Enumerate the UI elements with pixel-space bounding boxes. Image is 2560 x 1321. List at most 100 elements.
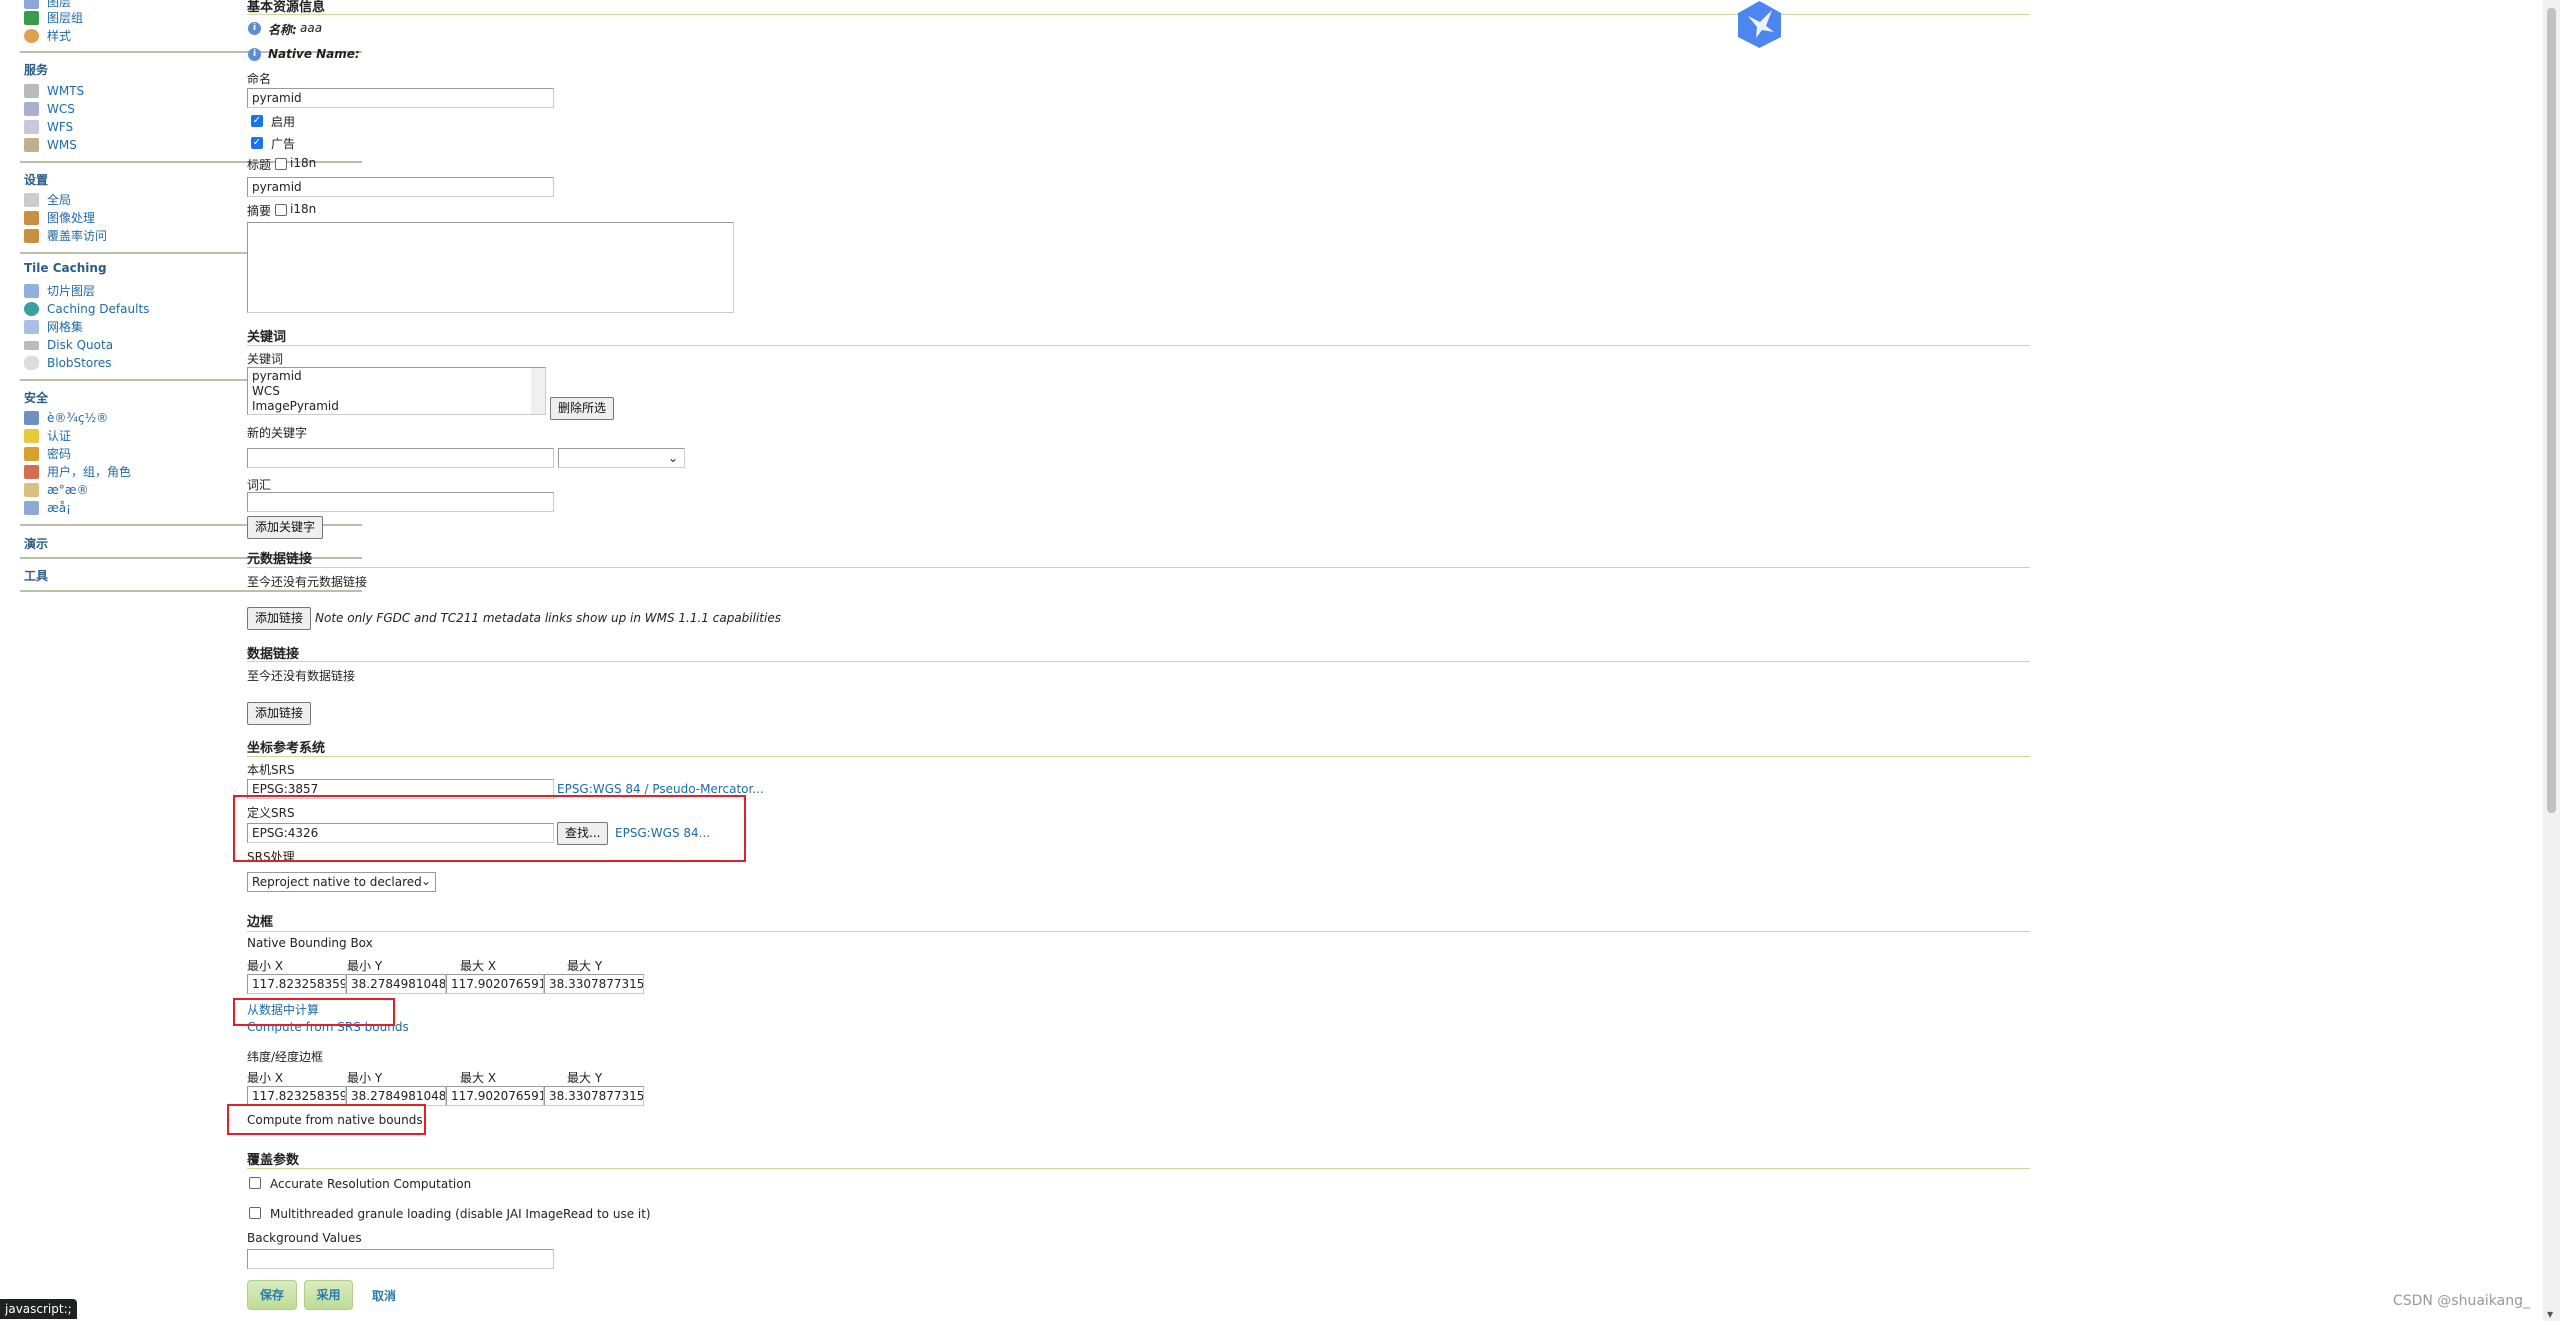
- native-minx-input[interactable]: 117.823258359510: [247, 974, 346, 994]
- layer-icon: [24, 0, 39, 9]
- vocabulary-input[interactable]: [247, 492, 554, 512]
- sidebar-heading-settings: 设置: [24, 173, 49, 187]
- database-key-icon: [24, 483, 39, 497]
- abstract-i18n-checkbox[interactable]: [275, 204, 287, 216]
- scrollbar-thumb[interactable]: [2547, 8, 2556, 813]
- remove-selected-button[interactable]: 删除所选: [550, 397, 615, 420]
- sidebar-item-styles[interactable]: 样式: [24, 28, 71, 44]
- title-i18n-label: i18n: [290, 156, 317, 170]
- bbox-col-miny: 最小 Y: [347, 959, 383, 973]
- sidebar-item-passwords[interactable]: 密码: [24, 446, 71, 462]
- title-input[interactable]: pyramid: [247, 177, 554, 197]
- native-maxy-input[interactable]: 38.3307877315853: [544, 974, 644, 994]
- sidebar-item-security-settings[interactable]: è®¾ç½®: [24, 410, 108, 426]
- add-metadata-link-button[interactable]: 添加链接: [247, 607, 312, 630]
- latlon-maxx-input[interactable]: 117.902076591946: [446, 1086, 544, 1106]
- keyword-option[interactable]: ImagePyramid: [252, 399, 541, 414]
- enabled-label: 启用: [271, 115, 296, 129]
- apply-button[interactable]: 采用: [304, 1280, 353, 1310]
- advertised-checkbox[interactable]: ✓: [251, 137, 263, 149]
- disk-icon: [24, 340, 39, 350]
- service-icon: [24, 138, 39, 152]
- watermark: CSDN @shuaikang_: [2392, 1293, 2530, 1309]
- latlon-miny-input[interactable]: 38.2784981048165: [346, 1086, 446, 1106]
- add-keyword-button[interactable]: 添加关键字: [247, 516, 324, 539]
- title-i18n-checkbox[interactable]: [275, 158, 287, 170]
- cancel-link[interactable]: 取消: [372, 1287, 396, 1304]
- page-scrollbar[interactable]: ▼: [2543, 0, 2560, 1321]
- sidebar-heading-tile-caching: Tile Caching: [24, 261, 107, 275]
- keyword-option[interactable]: WCS: [252, 384, 541, 399]
- sidebar-item-disk-quota[interactable]: Disk Quota: [24, 337, 113, 353]
- multithreaded-loading-checkbox[interactable]: [249, 1207, 261, 1219]
- divider: [20, 590, 362, 592]
- accurate-resolution-checkbox[interactable]: [249, 1177, 261, 1189]
- grid-icon: [24, 320, 39, 334]
- sidebar-item-layers[interactable]: 图层: [24, 0, 71, 10]
- highlight-box: [227, 1104, 426, 1135]
- divider: [247, 345, 2030, 346]
- native-miny-input[interactable]: 38.2784981048165: [346, 974, 446, 994]
- sidebar-item-blobstores[interactable]: BlobStores: [24, 355, 112, 371]
- listbox-scrollbar[interactable]: [531, 368, 545, 414]
- abstract-textarea[interactable]: [247, 222, 734, 313]
- add-data-link-button[interactable]: 添加链接: [247, 702, 312, 725]
- native-maxx-input[interactable]: 117.902076591946: [446, 974, 544, 994]
- name-input[interactable]: pyramid: [247, 88, 554, 108]
- section-coverage-parameters: 覆盖参数: [247, 1153, 300, 1168]
- sidebar-item-image-processing[interactable]: 图像处理: [24, 210, 95, 226]
- server-icon: [24, 193, 39, 207]
- native-srs-label: 本机SRS: [247, 763, 295, 777]
- data-links-empty: 至今还没有数据链接: [247, 669, 356, 683]
- enabled-checkbox[interactable]: ✓: [251, 115, 263, 127]
- status-bar-url: javascript:;: [0, 1299, 77, 1319]
- abstract-i18n-label: i18n: [290, 202, 317, 216]
- database-icon: [24, 356, 39, 370]
- native-srs-link[interactable]: EPSG:WGS 84 / Pseudo-Mercator...: [557, 782, 764, 796]
- new-keyword-input[interactable]: [247, 448, 554, 468]
- sidebar-item-layer-groups[interactable]: 图层组: [24, 10, 83, 26]
- sidebar-item-authentication[interactable]: 认证: [24, 428, 71, 444]
- keyword-option[interactable]: pyramid: [252, 369, 541, 384]
- metadata-links-empty: 至今还没有元数据链接: [247, 575, 368, 589]
- sidebar-heading-demos[interactable]: 演示: [24, 535, 48, 552]
- grid-icon: [24, 284, 39, 298]
- section-keywords: 关键词: [247, 330, 287, 345]
- sidebar-item-data-security[interactable]: æ°æ®: [24, 482, 89, 498]
- bbox-col-minx: 最小 X: [247, 959, 284, 973]
- vocabulary-label: 词汇: [247, 478, 272, 492]
- sidebar-item-wcs[interactable]: WCS: [24, 101, 75, 117]
- naming-label: 命名: [247, 72, 272, 86]
- sidebar-heading-services: 服务: [24, 63, 49, 77]
- bbox-col-maxx: 最大 X: [460, 1071, 497, 1085]
- metadata-links-note: Note only FGDC and TC211 metadata links …: [315, 611, 781, 625]
- sidebar-heading-tools[interactable]: 工具: [24, 567, 48, 584]
- chevron-down-icon: ⌄: [420, 874, 431, 888]
- latlon-maxy-input[interactable]: 38.3307877315853: [544, 1086, 644, 1106]
- scroll-down-arrow-icon[interactable]: ▼: [2547, 1310, 2553, 1319]
- wrench-icon: [24, 411, 39, 425]
- keywords-listbox[interactable]: pyramid WCS ImagePyramid: [247, 367, 546, 415]
- sidebar-item-caching-defaults[interactable]: Caching Defaults: [24, 301, 149, 317]
- info-icon: i: [248, 48, 261, 61]
- layer-group-icon: [24, 11, 39, 25]
- highlight-box: [233, 998, 395, 1026]
- section-crs: 坐标参考系统: [247, 741, 326, 756]
- sidebar-item-wfs[interactable]: WFS: [24, 119, 73, 135]
- sidebar-item-wmts[interactable]: WMTS: [24, 83, 84, 99]
- keyword-language-select[interactable]: ⌄: [558, 448, 685, 468]
- sidebar-item-global[interactable]: 全局: [24, 192, 71, 208]
- latlon-minx-input[interactable]: 117.823258359510: [247, 1086, 346, 1106]
- sidebar-item-tile-layers[interactable]: 切片图层: [24, 283, 95, 299]
- save-button[interactable]: 保存: [247, 1280, 297, 1310]
- sidebar-item-coverage-access[interactable]: 覆盖率访问: [24, 228, 107, 244]
- sidebar-item-users-groups-roles[interactable]: 用户，组，角色: [24, 464, 131, 480]
- divider: [247, 931, 2030, 932]
- sidebar-item-service-security[interactable]: æå¡: [24, 500, 71, 516]
- srs-handling-select[interactable]: Reproject native to declared ⌄: [247, 872, 436, 892]
- sidebar-item-wms[interactable]: WMS: [24, 137, 77, 153]
- sidebar-item-gridsets[interactable]: 网格集: [24, 319, 83, 335]
- info-icon: i: [248, 22, 261, 35]
- bird-logo-icon[interactable]: [1736, 0, 1783, 49]
- background-values-input[interactable]: [247, 1249, 554, 1269]
